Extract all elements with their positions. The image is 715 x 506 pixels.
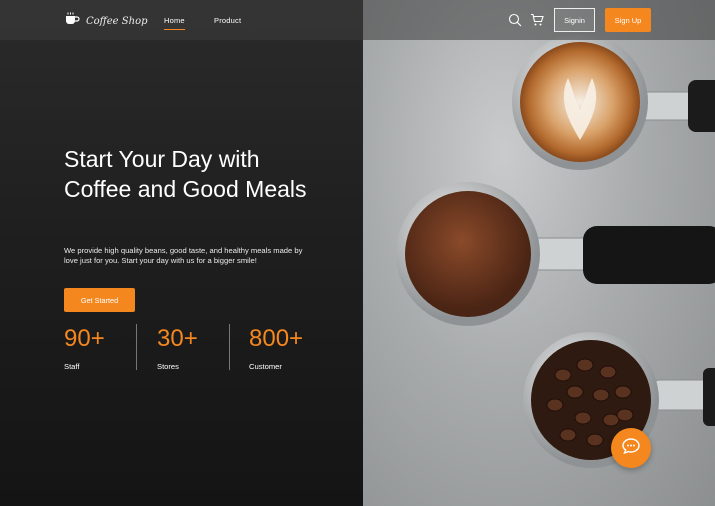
stat-staff-value: 90+ [64,325,105,352]
signin-button[interactable]: Signin [554,8,595,32]
hero-subtitle: We provide high quality beans, good tast… [64,246,303,265]
coffee-portafilters-illustration [396,34,715,468]
hero-title: Start Your Day with Coffee and Good Meal… [64,146,307,202]
hero-image [363,0,715,506]
nav-product-link[interactable]: Product [214,16,241,25]
stat-staff-label: Staff [64,362,80,371]
stat-divider [136,324,137,370]
brand-name: Coffee Shop [86,16,148,27]
nav-home-link[interactable]: Home [164,16,185,30]
search-icon[interactable] [508,13,522,27]
stat-stores-label: Stores [157,362,179,371]
stat-customer-label: Customer [249,362,282,371]
coffee-cup-icon [64,12,80,31]
stat-stores-value: 30+ [157,325,198,352]
signup-button[interactable]: Sign Up [605,8,651,32]
stat-customer-value: 800+ [249,325,304,352]
stat-divider [229,324,230,370]
get-started-button[interactable]: Get Started [64,288,135,312]
brand-logo[interactable]: Coffee Shop [64,12,147,31]
chat-button[interactable] [611,428,651,468]
cart-icon[interactable] [530,13,544,27]
chat-icon [621,436,641,461]
